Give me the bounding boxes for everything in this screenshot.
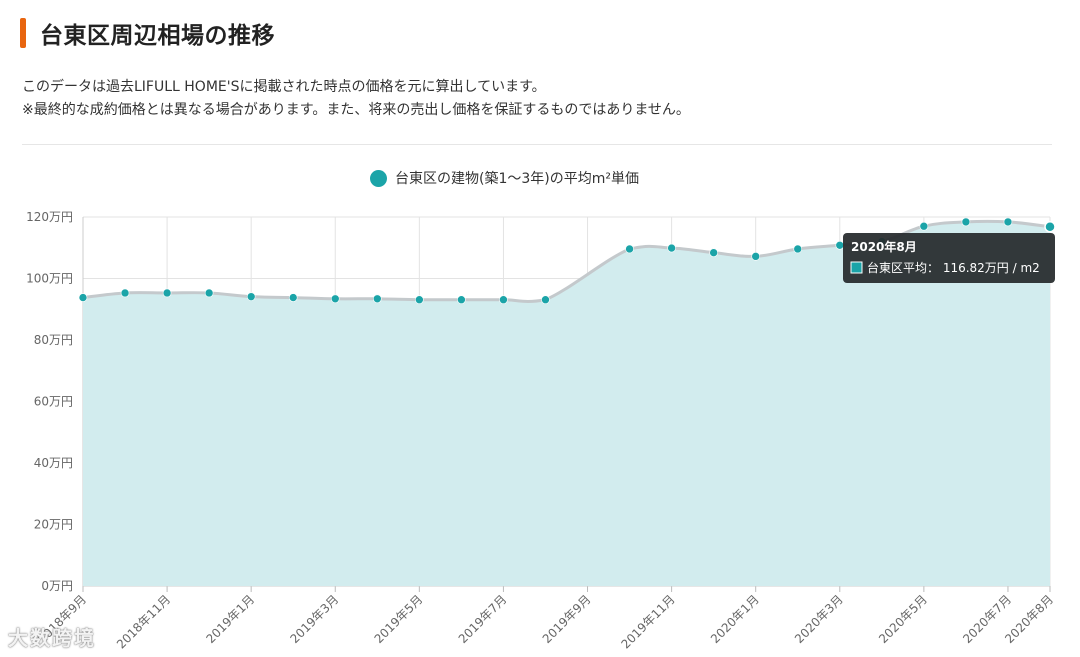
- y-tick-label: 40万円: [34, 456, 73, 470]
- data-point: [499, 295, 508, 305]
- y-tick-label: 60万円: [34, 395, 73, 409]
- x-tick-label: 2020年3月: [792, 592, 846, 646]
- x-tick-label: 2019年5月: [372, 592, 426, 646]
- y-tick-label: 80万円: [34, 333, 73, 347]
- data-point: [330, 294, 340, 304]
- data-point: [751, 252, 760, 261]
- tooltip-swatch: [850, 261, 863, 274]
- data-point: [457, 295, 466, 305]
- x-tick-label: 2019年1月: [203, 592, 257, 646]
- data-point: [78, 293, 88, 302]
- data-point: [246, 292, 256, 301]
- data-point: [793, 244, 803, 254]
- data-point: [288, 293, 298, 302]
- data-point: [625, 244, 634, 254]
- x-tick-label: 2020年5月: [876, 592, 930, 646]
- y-tick-label: 20万円: [34, 518, 73, 532]
- x-tick-label: 2019年9月: [540, 592, 594, 646]
- active-data-point: [1044, 221, 1056, 233]
- y-tick-label: 100万円: [26, 272, 73, 286]
- data-point: [835, 240, 845, 250]
- data-point: [919, 221, 929, 231]
- x-tick-label: 2020年1月: [708, 592, 762, 646]
- x-tick-label: 2019年3月: [288, 592, 342, 646]
- x-tick-label: 2018年11月: [114, 592, 173, 651]
- data-point: [415, 295, 424, 305]
- data-point: [541, 295, 550, 305]
- data-point: [667, 243, 676, 253]
- data-point: [120, 288, 130, 298]
- y-tick-label: 120万円: [26, 210, 73, 224]
- price-trend-chart[interactable]: 0万円20万円40万円60万円80万円100万円120万円2018年9月 2018…: [0, 0, 1080, 657]
- data-point: [162, 288, 172, 298]
- data-point: [961, 217, 971, 227]
- data-point: [709, 248, 718, 257]
- data-point: [204, 288, 214, 298]
- tooltip-label: 台東区平均： 116.82万円 / m2: [867, 260, 1040, 275]
- x-tick-label: 2019年11月: [618, 592, 677, 651]
- tooltip: 2020年8月台東区平均： 116.82万円 / m2: [843, 233, 1055, 283]
- data-point: [373, 294, 382, 304]
- data-point: [1003, 217, 1013, 227]
- tooltip-title: 2020年8月: [851, 239, 917, 254]
- x-tick-label: 2019年7月: [456, 592, 510, 646]
- y-tick-label: 0万円: [41, 579, 73, 593]
- watermark: 大数跨境: [8, 626, 96, 650]
